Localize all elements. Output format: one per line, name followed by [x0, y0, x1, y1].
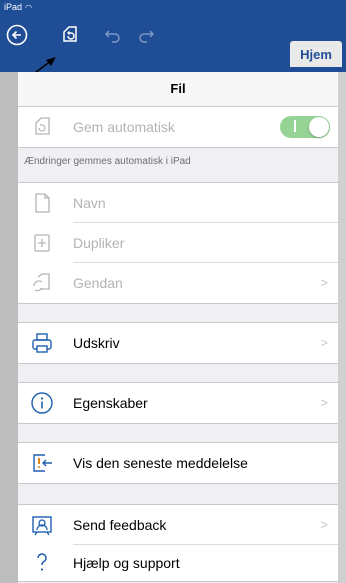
autosave-icon — [29, 114, 55, 140]
print-label: Udskriv — [73, 335, 120, 351]
properties-group: Egenskaber > — [18, 382, 338, 424]
chevron-right-icon: > — [320, 395, 328, 410]
autosave-toggle[interactable] — [280, 116, 330, 138]
properties-row[interactable]: Egenskaber > — [18, 383, 338, 423]
print-row[interactable]: Udskriv > — [18, 323, 338, 363]
autosave-group: Gem automatisk — [18, 107, 338, 148]
device-label: iPad — [4, 2, 23, 12]
feedback-icon — [29, 512, 55, 538]
document-edge — [0, 72, 18, 583]
support-group: Send feedback > Hjælp og support — [18, 504, 338, 582]
printer-icon — [29, 330, 55, 356]
toggle-knob — [309, 117, 329, 137]
print-group: Udskriv > — [18, 322, 338, 364]
notification-icon — [29, 450, 55, 476]
duplicate-row[interactable]: Dupliker — [18, 223, 338, 263]
latest-message-row[interactable]: Vis den seneste meddelelse — [18, 443, 338, 483]
help-row[interactable]: Hjælp og support — [18, 545, 338, 581]
toggle-on-mark — [294, 120, 296, 132]
chevron-right-icon: > — [320, 275, 328, 290]
wifi-icon: ◠ — [25, 3, 32, 12]
autosave-note: Ændringer gemmes automatisk i iPad — [24, 156, 191, 167]
file-panel: Fil Gem automatisk Ændringer gemmes auto… — [18, 72, 338, 583]
chevron-right-icon: > — [320, 517, 328, 532]
duplicate-label: Dupliker — [73, 235, 125, 251]
restore-row[interactable]: Gendan > — [18, 263, 338, 303]
duplicate-icon — [29, 230, 55, 256]
feedback-row[interactable]: Send feedback > — [18, 505, 338, 545]
back-button[interactable] — [5, 23, 29, 47]
tab-hjem[interactable]: Hjem — [290, 41, 342, 67]
feedback-label: Send feedback — [73, 517, 167, 533]
info-icon — [29, 390, 55, 416]
question-icon — [29, 550, 55, 576]
chevron-right-icon: > — [320, 335, 328, 350]
properties-label: Egenskaber — [73, 395, 148, 411]
message-group: Vis den seneste meddelelse — [18, 442, 338, 484]
file-actions-group: Navn Dupliker Gendan > — [18, 182, 338, 304]
undo-icon[interactable] — [100, 24, 124, 48]
document-edge-right — [338, 72, 346, 583]
restore-icon — [29, 270, 55, 296]
restore-label: Gendan — [73, 275, 123, 291]
name-label: Navn — [73, 195, 106, 211]
latest-message-label: Vis den seneste meddelelse — [73, 455, 248, 471]
name-row[interactable]: Navn — [18, 183, 338, 223]
autosave-row[interactable]: Gem automatisk — [18, 107, 338, 147]
redo-icon[interactable] — [135, 24, 159, 48]
help-label: Hjælp og support — [73, 555, 180, 571]
document-icon — [29, 190, 55, 216]
panel-title: Fil — [18, 72, 338, 107]
file-menu-icon[interactable] — [58, 23, 82, 47]
status-bar: iPad ◠ — [0, 0, 346, 14]
